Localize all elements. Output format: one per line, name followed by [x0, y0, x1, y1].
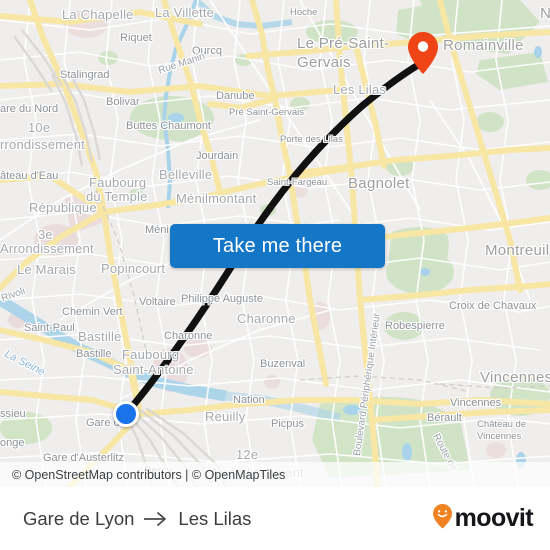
map-attribution-bar: © OpenStreetMap contributors | © OpenMap… [0, 462, 550, 487]
map-canvas[interactable]: La ChapelleLa VilletteHocheNoRiquetOurcq… [0, 0, 550, 487]
take-me-there-button[interactable]: Take me there [170, 224, 385, 268]
attribution-text[interactable]: © OpenStreetMap contributors | © OpenMap… [12, 468, 285, 482]
origin-label: Gare de Lyon [23, 507, 135, 529]
moovit-pin-icon [432, 503, 453, 534]
destination-label: Les Lilas [178, 507, 252, 529]
moovit-route-screen: La ChapelleLa VilletteHocheNoRiquetOurcq… [0, 0, 550, 550]
route-summary: Gare de Lyon Les Lilas [23, 508, 251, 530]
footer-bar: Gare de Lyon Les Lilas moovit [0, 487, 550, 550]
moovit-wordmark: moovit [454, 504, 534, 532]
moovit-logo[interactable]: moovit [432, 503, 534, 534]
arrow-right-icon [143, 511, 169, 527]
